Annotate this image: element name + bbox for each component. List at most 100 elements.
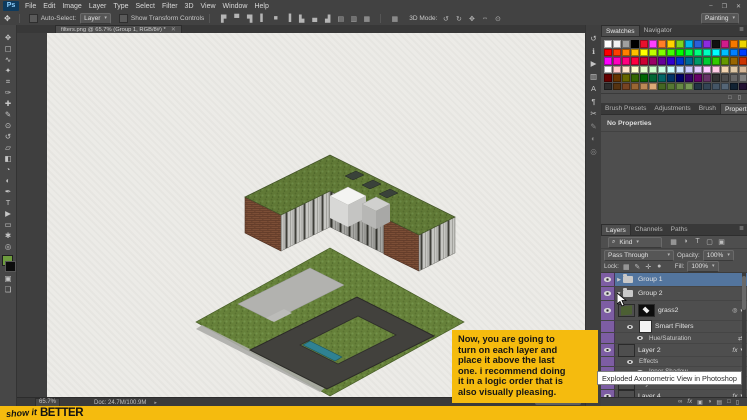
eraser-tool[interactable]: ▱ — [1, 142, 16, 153]
color-swatch[interactable] — [694, 49, 702, 57]
layer-style-icon[interactable]: fx — [687, 399, 692, 405]
color-swatch[interactable] — [631, 49, 639, 57]
timeline-icon[interactable]: ◎ — [590, 146, 597, 159]
color-swatch[interactable] — [694, 57, 702, 65]
new-layer-icon[interactable]: □ — [727, 399, 731, 405]
panel-menu-icon[interactable]: ≣ — [739, 224, 747, 235]
tab-channels[interactable]: Channels — [631, 224, 667, 235]
histogram-icon[interactable]: ▥ — [590, 71, 597, 84]
align-icon-7[interactable]: ▄ — [310, 15, 319, 23]
character-icon[interactable]: A — [591, 83, 596, 96]
color-swatch[interactable] — [685, 49, 693, 57]
color-swatch[interactable] — [676, 74, 684, 82]
color-swatch[interactable] — [721, 66, 729, 74]
lock-icon-1[interactable]: ✎ — [633, 263, 642, 271]
color-swatch[interactable] — [649, 74, 657, 82]
brush-tool[interactable]: ✎ — [1, 109, 16, 120]
color-swatch[interactable] — [730, 49, 738, 57]
menu-file[interactable]: File — [25, 3, 36, 10]
color-swatch[interactable] — [694, 83, 702, 91]
color-swatch[interactable] — [676, 49, 684, 57]
color-swatch[interactable] — [694, 74, 702, 82]
color-swatch[interactable] — [667, 74, 675, 82]
visibility-column[interactable] — [601, 301, 615, 320]
color-swatch[interactable] — [631, 83, 639, 91]
color-swatch[interactable] — [721, 49, 729, 57]
color-swatch[interactable] — [658, 74, 666, 82]
color-swatch[interactable] — [613, 83, 621, 91]
color-swatch[interactable] — [703, 40, 711, 48]
color-swatch[interactable] — [658, 40, 666, 48]
menu-edit[interactable]: Edit — [43, 3, 55, 10]
color-swatch[interactable] — [613, 74, 621, 82]
new-group-icon[interactable]: ▤ — [716, 399, 722, 406]
layer-filter-dropdown[interactable]: ⌕Kind▾ — [608, 237, 662, 248]
clone-stamp-tool[interactable]: ⊙ — [1, 120, 16, 131]
color-swatch[interactable] — [658, 49, 666, 57]
eye-icon[interactable] — [604, 277, 611, 282]
path-select-tool[interactable]: ▶ — [1, 208, 16, 219]
new-swatch-icon[interactable]: □ — [728, 94, 732, 103]
color-swatch[interactable] — [658, 66, 666, 74]
color-swatch[interactable] — [712, 57, 720, 65]
color-swatch[interactable] — [739, 74, 747, 82]
align-icon-11[interactable]: ▦ — [362, 15, 371, 23]
color-swatch[interactable] — [703, 66, 711, 74]
gradient-tool[interactable]: ◧ — [1, 153, 16, 164]
color-swatch[interactable] — [694, 40, 702, 48]
color-swatch[interactable] — [721, 57, 729, 65]
color-swatch[interactable] — [739, 40, 747, 48]
auto-select-target-dropdown[interactable]: Layer▾ — [80, 13, 111, 24]
layer-row-effects[interactable]: Effects — [601, 357, 747, 367]
color-swatch[interactable] — [721, 40, 729, 48]
color-swatch[interactable] — [676, 83, 684, 91]
delete-swatch-icon[interactable]: ▯ — [738, 94, 741, 103]
3d-mode-icon-2[interactable]: ✥ — [467, 15, 476, 23]
info-icon[interactable]: ℹ — [592, 46, 595, 59]
eyedropper-tool[interactable]: ✑ — [1, 87, 16, 98]
color-swatch[interactable] — [739, 66, 747, 74]
add-mask-icon[interactable]: ▣ — [697, 399, 703, 406]
color-swatch[interactable] — [685, 83, 693, 91]
eye-icon[interactable] — [604, 348, 611, 353]
color-swatch[interactable] — [676, 57, 684, 65]
color-swatch[interactable] — [667, 40, 675, 48]
color-swatch[interactable] — [667, 57, 675, 65]
actions-icon[interactable]: ▶ — [591, 58, 597, 71]
color-swatch[interactable] — [604, 49, 612, 57]
background-color-swatch[interactable] — [5, 261, 16, 272]
color-swatch[interactable] — [622, 66, 630, 74]
3d-mode-icon-3[interactable]: ⇔ — [480, 15, 489, 23]
move-tool-icon[interactable]: ✥ — [4, 14, 11, 23]
panel-menu-icon[interactable]: ≣ — [739, 25, 747, 36]
color-swatch[interactable] — [730, 40, 738, 48]
tab-navigator[interactable]: Navigator — [640, 25, 676, 36]
menu-view[interactable]: View — [201, 3, 216, 10]
new-adjustment-icon[interactable]: ◑ — [708, 399, 712, 405]
healing-brush-tool[interactable]: ✚ — [1, 98, 16, 109]
color-swatch[interactable] — [649, 83, 657, 91]
align-icon-10[interactable]: ▥ — [349, 15, 358, 23]
color-swatch[interactable] — [640, 40, 648, 48]
align-icon-9[interactable]: ▤ — [336, 15, 345, 23]
color-swatch[interactable] — [739, 83, 747, 91]
menu-3d[interactable]: 3D — [185, 3, 194, 10]
eye-icon[interactable] — [627, 325, 633, 329]
color-swatch[interactable] — [649, 57, 657, 65]
color-swatch[interactable] — [613, 40, 621, 48]
color-swatch[interactable] — [631, 40, 639, 48]
menu-layer[interactable]: Layer — [89, 3, 107, 10]
blend-mode-dropdown[interactable]: Pass Through▾ — [604, 250, 674, 261]
color-swatch[interactable] — [703, 74, 711, 82]
show-transform-checkbox[interactable] — [119, 14, 128, 23]
tab-adjustments[interactable]: Adjustments — [650, 103, 694, 114]
color-swatch[interactable] — [640, 66, 648, 74]
lock-icon-0[interactable]: ▦ — [622, 263, 631, 271]
restore-icon[interactable]: ❐ — [722, 3, 727, 10]
align-icon-2[interactable]: ▜ — [245, 15, 254, 23]
filter-type-icon-1[interactable]: ◑ — [681, 238, 690, 246]
3d-mode-icon-1[interactable]: ↻ — [454, 15, 463, 23]
notes-icon[interactable]: ✎ — [590, 121, 596, 134]
clone-source-icon[interactable]: ✂ — [590, 108, 596, 121]
filter-thumbnail[interactable] — [639, 320, 652, 333]
